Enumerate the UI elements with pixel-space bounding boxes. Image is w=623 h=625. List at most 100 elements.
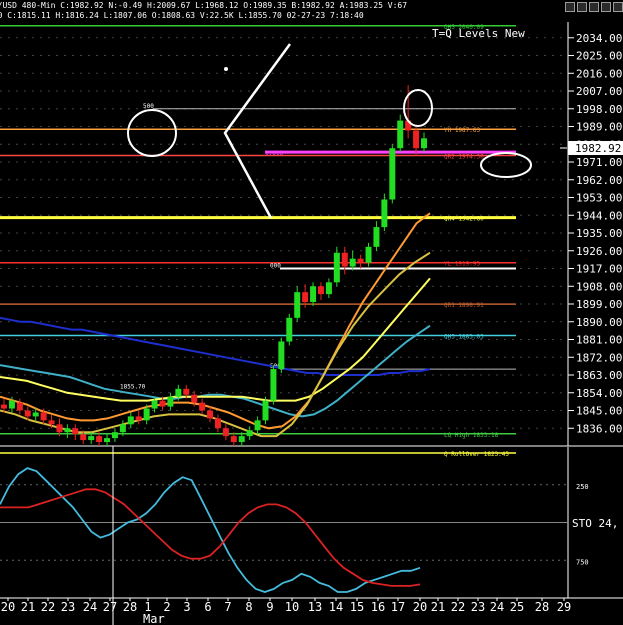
candle-body [96, 436, 103, 443]
x-tick-label: 17 [391, 600, 405, 614]
y-tick-label: 1944.00 [576, 209, 622, 222]
candle [341, 246, 348, 275]
candle-body [278, 341, 285, 370]
candle-body [397, 120, 404, 149]
candle [111, 428, 118, 443]
y-tick-label: 1926.00 [576, 245, 622, 258]
moving-average-line [0, 316, 431, 376]
candle-body [88, 436, 95, 441]
fib-label: 1855.70 [120, 383, 146, 390]
candle-body [16, 402, 23, 411]
y-tick-label: 1953.00 [576, 192, 622, 205]
x-tick-label: 3 [183, 600, 190, 614]
candle-body [167, 396, 174, 407]
price-chart[interactable]: QH5 2040.09YH 1987.63QR2 1974.301.618QH4… [0, 0, 623, 625]
last-price-label: 1982.92 [575, 142, 621, 155]
sto-tick-label: 250 [576, 483, 589, 491]
candle [317, 282, 324, 301]
y-tick-label: 1854.00 [576, 387, 622, 400]
level-label: QR1 1898.91 [444, 302, 484, 309]
level-label: 1.618 [265, 150, 283, 157]
x-tick-label: 22 [451, 600, 465, 614]
x-tick-label: 24 [83, 600, 97, 614]
candle [222, 424, 229, 441]
candle-body [32, 412, 39, 417]
candle-body [183, 388, 190, 395]
y-tick-label: 2025.00 [576, 50, 622, 63]
candle-body [40, 412, 47, 421]
x-tick-label: 24 [490, 600, 504, 614]
candle [333, 246, 340, 287]
candle-body [270, 369, 277, 401]
candle-body [317, 286, 324, 295]
y-tick-label: 1989.00 [576, 121, 622, 134]
level-label: QR2 1974.30 [444, 154, 484, 161]
candle [310, 282, 317, 306]
x-tick-label: 23 [471, 600, 485, 614]
candle [294, 286, 301, 322]
y-tick-label: 2007.00 [576, 85, 622, 98]
candle [325, 278, 332, 299]
candle [421, 132, 427, 153]
y-tick-label: 1917.00 [576, 263, 622, 276]
candle [381, 193, 388, 232]
candle-body [238, 436, 245, 443]
candle [278, 337, 285, 374]
candle-body [48, 420, 55, 425]
y-tick-label: 1836.00 [576, 422, 622, 435]
candle-body [214, 418, 221, 429]
annotation-path [223, 43, 292, 219]
x-tick-label: 16 [371, 600, 385, 614]
candle-body [373, 227, 380, 247]
candle-body [302, 292, 309, 303]
fib-label: 000 [270, 263, 281, 270]
candle-body [151, 400, 158, 409]
x-tick-label: 8 [245, 600, 252, 614]
x-tick-label: 20 [413, 600, 427, 614]
candle-body [191, 394, 198, 403]
y-tick-label: 1899.00 [576, 298, 622, 311]
x-tick-label: 27 [103, 600, 117, 614]
price-axis: 2034.00 2025.00 2016.00 2007.00 1998.00 1989.… [567, 22, 622, 446]
candle-body [64, 428, 71, 433]
x-tick-label: 28 [123, 600, 137, 614]
candle-body [349, 258, 356, 267]
candle-body [119, 424, 126, 433]
candle-body [222, 428, 229, 437]
candle-body [294, 292, 301, 318]
candle [72, 424, 79, 441]
y-tick-label: 1971.00 [576, 156, 622, 169]
candle-body [80, 434, 87, 441]
x-tick-label: 29 [557, 600, 571, 614]
sto-tick-label: 750 [576, 558, 589, 566]
y-tick-label: 1872.00 [576, 351, 622, 364]
x-tick-label: 15 [350, 600, 364, 614]
sto-fast-line [0, 467, 421, 593]
x-tick-label: 21 [431, 600, 445, 614]
level-label: LQ High 1833.18 [444, 432, 499, 439]
candle-body [111, 432, 118, 439]
annotations [127, 43, 567, 219]
candle [397, 114, 404, 153]
candle-body [8, 400, 15, 409]
x-tick-label: 6 [204, 600, 211, 614]
candle [64, 424, 71, 439]
candle-body [72, 428, 79, 435]
candle-body [143, 408, 150, 421]
candle-body [207, 410, 214, 419]
y-tick-label: 1881.00 [576, 334, 622, 347]
candle [167, 392, 174, 411]
x-tick-label: 25 [510, 600, 524, 614]
candle-body [262, 400, 269, 421]
candle-body [413, 130, 420, 149]
candle-body [1, 404, 7, 409]
annotation-circle [480, 152, 532, 178]
candle [262, 396, 269, 425]
level-label: Q RollOver 1823.45 [444, 451, 509, 458]
annotation-circle [127, 109, 177, 157]
candle-body [104, 438, 111, 443]
x-tick-label: 21 [21, 600, 35, 614]
candle-body [199, 402, 206, 411]
candle [246, 426, 253, 441]
candle-body [24, 410, 31, 417]
